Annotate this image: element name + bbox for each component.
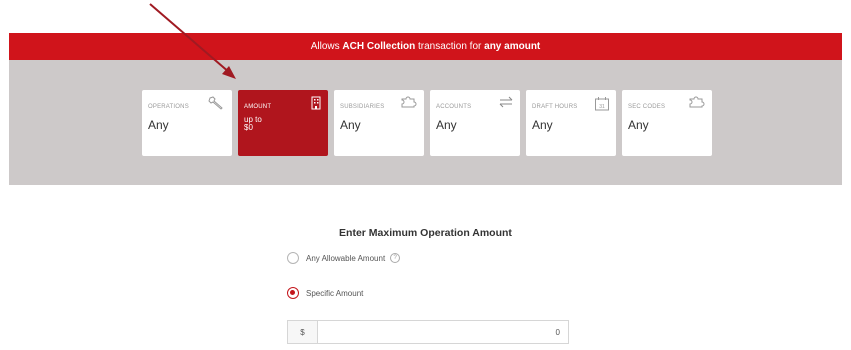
amount-input[interactable] [318, 321, 568, 343]
wrench-icon [208, 96, 223, 110]
card-accounts[interactable]: ACCOUNTS Any [430, 90, 520, 156]
radio-any-amount[interactable] [287, 252, 299, 264]
building-icon [311, 96, 321, 110]
card-sec-codes[interactable]: SEC CODES Any [622, 90, 712, 156]
card-subsidiaries[interactable]: SUBSIDIARIES Any [334, 90, 424, 156]
card-operations[interactable]: OPERATIONS Any [142, 90, 232, 156]
puzzle-icon [689, 96, 705, 108]
card-value: Any [340, 118, 361, 132]
option-specific-label: Specific Amount [306, 288, 364, 298]
currency-symbol: $ [288, 321, 318, 343]
option-any-amount[interactable]: Any Allowable Amount ? [287, 252, 401, 264]
info-banner: Allows ACH Collection transaction for an… [9, 33, 842, 60]
calendar-icon: 31 [595, 97, 609, 111]
card-amount[interactable]: AMOUNT up to $0 [238, 90, 328, 156]
banner-prefix: Allows [310, 41, 340, 52]
card-value: Any [148, 118, 169, 132]
card-draft-hours[interactable]: DRAFT HOURS Any 31 [526, 90, 616, 156]
option-specific-amount[interactable]: Specific Amount [287, 287, 363, 299]
radio-specific-amount[interactable] [287, 287, 299, 299]
banner-middle: transaction for [417, 41, 482, 52]
form-heading: Enter Maximum Operation Amount [339, 227, 512, 239]
svg-text:31: 31 [599, 104, 605, 110]
help-icon[interactable]: ? [390, 253, 401, 263]
amount-field[interactable]: $ [287, 320, 569, 344]
option-any-label: Any Allowable Amount [306, 253, 386, 263]
card-value: Any [628, 118, 649, 132]
banner-amount: any amount [484, 41, 541, 52]
card-value: Any [532, 118, 553, 132]
limits-panel: OPERATIONS Any AMOUNT up to $0 SUBSIDIAR… [9, 60, 842, 185]
transfer-arrows-icon [499, 96, 513, 108]
card-value: up to $0 [244, 115, 262, 132]
banner-operation: ACH Collection [342, 41, 416, 52]
card-value: Any [436, 118, 457, 132]
puzzle-icon [401, 96, 417, 108]
